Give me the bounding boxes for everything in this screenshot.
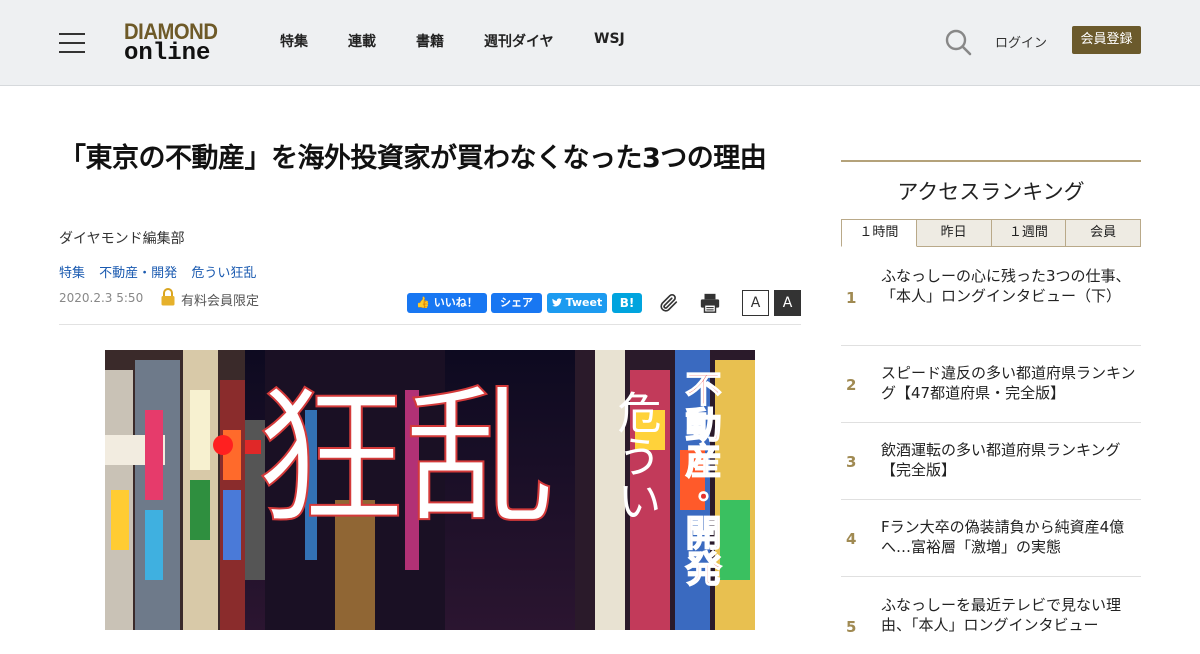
logo-bottom-text: online <box>124 40 211 67</box>
nav-item-wsj[interactable]: WSJ <box>594 31 625 47</box>
hero-headline: 狂乱 <box>255 372 555 546</box>
ranking-headline: ふなっしーの心に残った3つの仕事、「本人」ロングインタビュー（下） <box>881 267 1131 305</box>
ranking-number: 1 <box>846 289 857 307</box>
facebook-share-button[interactable]: シェア <box>491 293 542 313</box>
tab-yesterday[interactable]: 昨日 <box>916 219 992 247</box>
article-date: 2020.2.3 5:50 <box>59 291 144 305</box>
site-header: DIAMOND online 特集 連載 書籍 週刊ダイヤ WSJ ログイン 会… <box>0 0 1200 86</box>
article-author[interactable]: ダイヤモンド編集部 <box>59 228 185 248</box>
tab-1week[interactable]: １週間 <box>991 219 1067 247</box>
ranking-number: 5 <box>846 618 857 636</box>
article-tags: 特集 不動産・開発 危うい狂乱 <box>59 262 266 281</box>
tag-real-estate[interactable]: 不動産・開発 <box>99 266 177 281</box>
paid-member-label: 有料会員限定 <box>181 294 260 309</box>
twitter-bird-icon <box>551 298 562 307</box>
ranking-headline: 飲酒運転の多い都道府県ランキング【完全版】 <box>881 441 1121 479</box>
tag-special[interactable]: 特集 <box>59 266 85 281</box>
ranking-title: アクセスランキング <box>897 180 1085 204</box>
hatena-bookmark-button[interactable]: B! <box>612 293 642 313</box>
city-night-illustration: 狂乱 危うい 不動産・開発 <box>105 350 755 630</box>
facebook-like-button[interactable]: 👍 いいね！ <box>407 293 487 313</box>
ranking-tabs: １時間 昨日 １週間 会員 <box>841 219 1141 247</box>
menu-icon[interactable] <box>59 33 85 53</box>
nav-item-series[interactable]: 連載 <box>348 31 376 51</box>
lock-icon <box>161 288 175 306</box>
nav-item-special[interactable]: 特集 <box>280 31 308 51</box>
ranking-item-4[interactable]: 4 Fラン大卒の偽装請負から純資産4億へ…富裕層「激増」の実態 <box>841 500 1141 577</box>
ranking-item-3[interactable]: 3 飲酒運転の多い都道府県ランキング【完全版】 <box>841 423 1141 500</box>
meta-divider <box>59 324 801 325</box>
ranking-headline: スピード違反の多い都道府県ランキング【47都道府県・完全版】 <box>881 364 1136 402</box>
tab-members[interactable]: 会員 <box>1066 219 1141 247</box>
font-size-large-button[interactable]: A <box>774 290 801 316</box>
article-title: 「東京の不動産」を海外投資家が買わなくなった3つの理由 <box>59 143 767 174</box>
site-logo[interactable]: DIAMOND online <box>124 20 228 67</box>
login-link[interactable]: ログイン <box>995 32 1047 51</box>
tab-1hour[interactable]: １時間 <box>841 219 917 247</box>
ranking-item-1[interactable]: 1 ふなっしーの心に残った3つの仕事、「本人」ロングインタビュー（下） <box>841 256 1141 346</box>
tweet-label: Tweet <box>565 296 603 309</box>
hero-category: 不動産・開発 <box>680 370 722 586</box>
font-size-small-button[interactable]: A <box>742 290 769 316</box>
ranking-item-2[interactable]: 2 スピード違反の多い都道府県ランキング【47都道府県・完全版】 <box>841 346 1141 423</box>
thumbs-up-icon: 👍 <box>416 296 430 309</box>
hero-image: 狂乱 危うい 不動産・開発 <box>105 350 755 630</box>
ranking-headline: Fラン大卒の偽装請負から純資産4億へ…富裕層「激増」の実態 <box>881 518 1125 556</box>
register-button[interactable]: 会員登録 <box>1072 26 1141 54</box>
ranking-item-5[interactable]: 5 ふなっしーを最近テレビで見ない理由、「本人」ロングインタビュー <box>841 577 1141 654</box>
search-icon[interactable] <box>944 28 972 56</box>
nav-item-weekly[interactable]: 週刊ダイヤ <box>484 31 554 51</box>
ranking-number: 4 <box>846 530 857 548</box>
tweet-button[interactable]: Tweet <box>547 293 607 313</box>
ranking-number: 3 <box>846 453 857 471</box>
print-icon[interactable] <box>699 292 721 314</box>
ranking-number: 2 <box>846 376 857 394</box>
tag-frenzy[interactable]: 危うい狂乱 <box>191 266 256 281</box>
nav-item-books[interactable]: 書籍 <box>416 31 444 51</box>
facebook-like-label: いいね！ <box>433 296 478 309</box>
ranking-headline: ふなっしーを最近テレビで見ない理由、「本人」ロングインタビュー <box>881 596 1122 634</box>
ranking-top-rule <box>841 160 1141 162</box>
hero-subheadline: 危うい <box>610 390 661 522</box>
paperclip-icon[interactable] <box>658 292 680 314</box>
